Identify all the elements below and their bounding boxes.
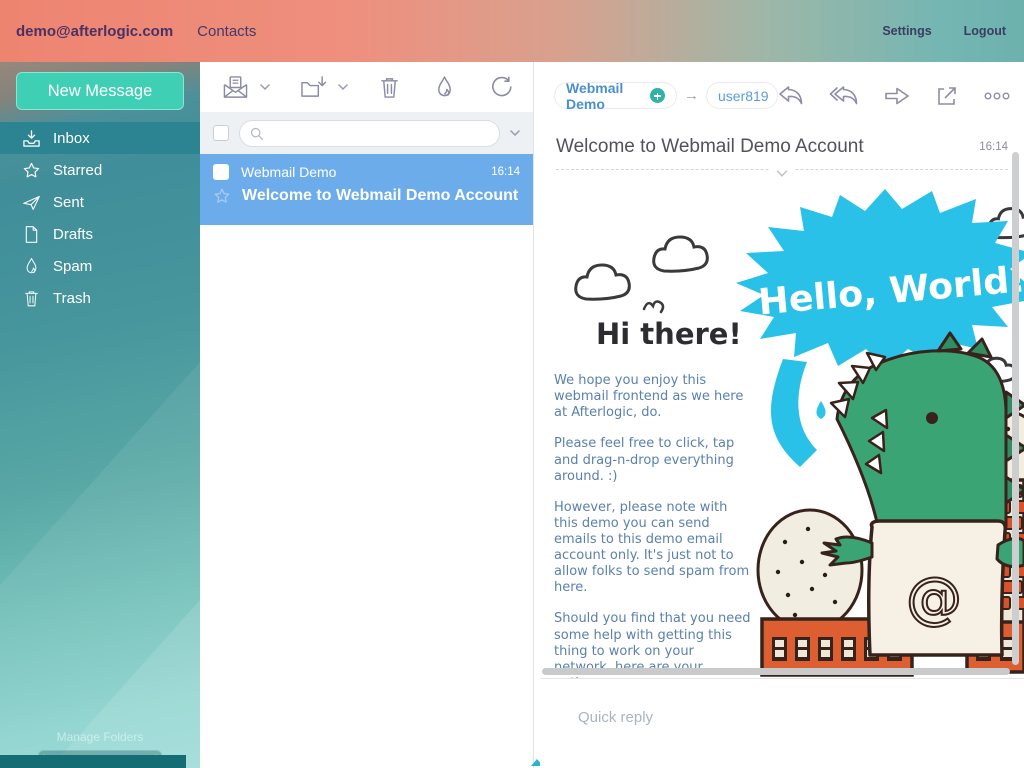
search-options-icon[interactable] [510, 130, 520, 136]
body-vertical-scrollbar[interactable] [1012, 152, 1019, 665]
search-input[interactable] [270, 126, 490, 141]
sidebar-item-label: Drafts [53, 226, 93, 243]
quick-reply-section [540, 678, 1024, 768]
message-subject: Welcome to Webmail Demo Account [242, 187, 518, 205]
sidebar-item-drafts[interactable]: Drafts [0, 218, 200, 250]
headers-divider [556, 169, 1008, 177]
inbox-icon [22, 129, 41, 148]
mark-read-menu-icon[interactable] [260, 84, 270, 90]
sender-pill[interactable]: Webmail Demo [554, 82, 677, 109]
trash-icon [22, 289, 41, 308]
email-paragraph: Please feel free to click, tap and drag-… [554, 436, 752, 484]
pane-splitter[interactable] [533, 62, 540, 768]
hello-world-text: Hello, World! [757, 259, 1024, 323]
search-box[interactable] [239, 120, 500, 147]
manage-folders-link[interactable]: Manage Folders [0, 730, 200, 744]
more-options-icon[interactable] [984, 92, 1010, 100]
sidebar-item-label: Trash [53, 290, 91, 307]
new-message-button[interactable]: New Message [16, 72, 184, 110]
sidebar-item-starred[interactable]: Starred [0, 154, 200, 186]
message-list-pane: Webmail Demo 16:14 Welcome to Webmail De… [200, 62, 533, 768]
reply-icon[interactable] [778, 85, 804, 107]
body-horizontal-scrollbar[interactable] [542, 668, 1010, 675]
email-paragraph: However, please note with this demo you … [554, 500, 752, 597]
search-icon [249, 126, 264, 141]
sidebar-item-label: Inbox [53, 130, 90, 147]
delete-icon[interactable] [378, 75, 401, 100]
reading-pane: Webmail Demo → user819 Welcome to Webmai… [540, 62, 1024, 768]
nav-contacts[interactable]: Contacts [197, 23, 256, 40]
select-all-checkbox[interactable] [213, 125, 229, 141]
quick-reply-input[interactable] [578, 709, 1024, 763]
sidebar-item-inbox[interactable]: Inbox [0, 122, 200, 154]
message-time: 16:14 [979, 141, 1008, 153]
spam-icon[interactable] [434, 75, 455, 100]
recipient-pill[interactable]: user819 [706, 82, 778, 109]
sidebar-item-label: Spam [53, 258, 92, 275]
nav-settings[interactable]: Settings [882, 24, 931, 38]
app-body: New Message Inbox Starred Sent Drafts Sp… [0, 62, 1024, 768]
sidebar-item-label: Starred [53, 162, 102, 179]
folder-sidebar: New Message Inbox Starred Sent Drafts Sp… [0, 62, 200, 768]
message-time: 16:14 [491, 166, 520, 178]
subject-row: Welcome to Webmail Demo Account 16:14 [540, 129, 1024, 165]
list-toolbar [200, 62, 533, 112]
message-sender: Webmail Demo [241, 164, 336, 180]
send-icon [22, 193, 41, 212]
message-subject-title: Welcome to Webmail Demo Account [556, 136, 864, 158]
open-in-new-icon[interactable] [935, 84, 959, 108]
top-bar: demo@afterlogic.com Contacts Settings Lo… [0, 0, 1024, 62]
add-contact-icon[interactable] [650, 88, 665, 103]
email-paragraph: We hope you enjoy this webmail frontend … [554, 373, 752, 421]
refresh-icon[interactable] [489, 75, 513, 99]
shirt-at-symbol: @ [906, 566, 962, 631]
flame-icon [22, 257, 41, 276]
star-icon [22, 161, 41, 180]
mark-read-icon[interactable] [220, 75, 250, 100]
to-arrow-icon: → [684, 87, 699, 104]
sidebar-item-spam[interactable]: Spam [0, 250, 200, 282]
sidebar-item-trash[interactable]: Trash [0, 282, 200, 314]
email-paragraphs: We hope you enjoy this webmail frontend … [554, 373, 752, 678]
search-row [200, 112, 533, 154]
greeting-heading: Hi there! [596, 317, 742, 351]
sidebar-decor [0, 362, 200, 768]
account-email[interactable]: demo@afterlogic.com [16, 23, 173, 40]
sidebar-bottom-strip [0, 755, 186, 768]
draft-icon [22, 225, 41, 244]
message-body: Hello, World! [540, 177, 1024, 678]
reading-header: Webmail Demo → user819 [540, 62, 1024, 129]
sidebar-item-sent[interactable]: Sent [0, 186, 200, 218]
star-icon[interactable] [213, 187, 231, 205]
recipient-name: user819 [718, 88, 769, 104]
move-menu-icon[interactable] [338, 84, 348, 90]
reply-all-icon[interactable] [829, 85, 859, 107]
forward-icon[interactable] [884, 86, 910, 106]
sidebar-item-label: Sent [53, 194, 84, 211]
message-checkbox[interactable] [213, 164, 229, 180]
nav-logout[interactable]: Logout [964, 24, 1006, 38]
message-list-item[interactable]: Webmail Demo 16:14 Welcome to Webmail De… [200, 154, 533, 225]
sender-name: Webmail Demo [566, 80, 643, 112]
move-to-folder-icon[interactable] [299, 75, 328, 100]
